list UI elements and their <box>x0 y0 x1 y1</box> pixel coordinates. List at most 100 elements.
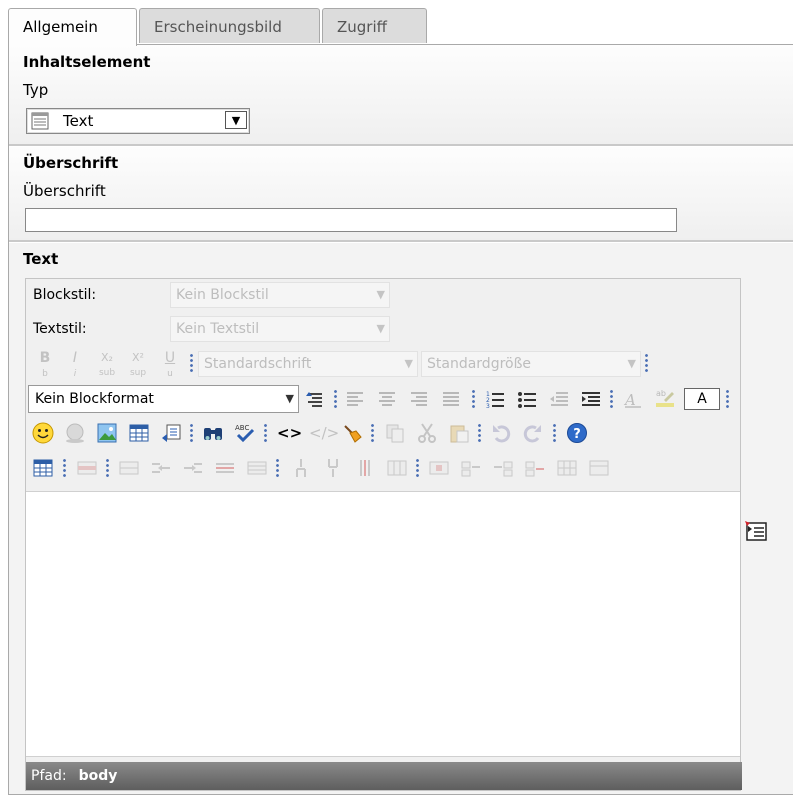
redo-icon[interactable] <box>522 422 544 444</box>
toolbar-separator <box>416 458 419 478</box>
toolbar-separator <box>106 458 109 478</box>
section-content-element: Inhaltselement Typ Text ▼ <box>9 45 793 145</box>
column-insert-after-icon[interactable] <box>322 457 344 479</box>
ordered-list-icon[interactable]: 123 <box>484 388 506 410</box>
textstyle-value: Kein Textstil <box>176 321 260 337</box>
fullscreen-editor-icon[interactable] <box>744 520 768 542</box>
toolbar-separator <box>264 423 267 443</box>
source-code-icon[interactable]: <> <box>277 422 302 444</box>
cell-insert-before-icon[interactable] <box>460 457 482 479</box>
italic-icon: I <box>72 350 78 366</box>
text-color-button[interactable]: A <box>684 388 720 410</box>
unordered-list-icon[interactable] <box>516 388 538 410</box>
spellcheck-icon[interactable]: ABC <box>234 422 256 444</box>
font-value: Standardschrift <box>204 356 312 372</box>
toolbar-separator <box>334 389 337 409</box>
underline-sub-label: u <box>167 369 173 379</box>
size-select[interactable]: Standardgröße ▼ <box>421 351 641 377</box>
insert-image-icon[interactable] <box>64 422 86 444</box>
paragraph-spacing-icon[interactable] <box>304 388 326 410</box>
align-left-icon[interactable] <box>344 388 366 410</box>
italic-button[interactable]: Ii <box>64 350 86 379</box>
rich-text-editor: Blockstil: Kein Blockstil ▼ Textstil: Kei… <box>25 278 742 791</box>
chevron-down-icon: ▼ <box>376 288 385 301</box>
cell-merge-icon[interactable] <box>588 457 610 479</box>
tab-bar: Allgemein Erscheinungsbild Zugriff <box>8 8 793 46</box>
chevron-down-icon: ▼ <box>376 322 385 335</box>
table-icon[interactable] <box>128 422 150 444</box>
type-select[interactable]: Text ▼ <box>26 108 250 134</box>
superscript-icon: X² <box>132 351 144 364</box>
row-delete-icon[interactable] <box>214 457 236 479</box>
text-element-icon <box>31 112 49 130</box>
row-insert-before-icon[interactable] <box>150 457 172 479</box>
insert-link-icon[interactable] <box>160 422 182 444</box>
cell-split-icon[interactable] <box>556 457 578 479</box>
header-input[interactable] <box>25 208 677 232</box>
align-center-icon[interactable] <box>376 388 398 410</box>
underline-button[interactable]: Uu <box>159 351 181 379</box>
status-path-value[interactable]: body <box>79 768 118 784</box>
type-select-value: Text <box>63 112 94 130</box>
svg-text:3: 3 <box>486 403 490 410</box>
table-properties-icon[interactable] <box>32 457 54 479</box>
superscript-button[interactable]: X² sup <box>127 351 149 378</box>
row-properties-icon[interactable] <box>76 457 98 479</box>
toolbar-separator <box>371 423 374 443</box>
editor-content-area[interactable] <box>26 491 740 757</box>
align-justify-icon[interactable] <box>440 388 462 410</box>
header-field-label: Überschrift <box>23 182 106 200</box>
row-insert-icon[interactable] <box>118 457 140 479</box>
font-select[interactable]: Standardschrift ▼ <box>198 351 418 377</box>
cut-icon[interactable] <box>416 422 438 444</box>
help-icon[interactable]: ? <box>566 422 588 444</box>
outdent-icon[interactable] <box>548 388 570 410</box>
column-delete-icon[interactable] <box>354 457 376 479</box>
highlight-icon[interactable]: ab <box>654 386 676 408</box>
bold-icon: B <box>39 350 51 366</box>
html-source-icon[interactable]: </> <box>309 422 339 444</box>
copy-icon[interactable] <box>384 422 406 444</box>
text-style-icon[interactable]: A <box>622 388 644 410</box>
blockstyle-label: Blockstil: <box>33 287 97 303</box>
undo-icon[interactable] <box>490 422 512 444</box>
cell-insert-after-icon[interactable] <box>492 457 514 479</box>
paste-icon[interactable] <box>448 422 470 444</box>
editor-status-bar: Pfad: body <box>26 762 742 790</box>
toolbar-separator <box>276 458 279 478</box>
chevron-down-icon[interactable]: ▼ <box>225 111 247 129</box>
smiley-icon[interactable] <box>32 422 54 444</box>
chevron-down-icon: ▼ <box>404 357 413 370</box>
superscript-sub-label: sup <box>129 368 147 378</box>
toolbar-separator <box>190 423 193 443</box>
toolbar-separator <box>553 423 556 443</box>
chevron-down-icon: ▼ <box>627 357 636 370</box>
subscript-sub-label: sub <box>98 368 116 378</box>
align-right-icon[interactable] <box>408 388 430 410</box>
tab-erscheinungsbild[interactable]: Erscheinungsbild <box>139 8 320 43</box>
status-path-label: Pfad: <box>31 768 67 784</box>
textstyle-select[interactable]: Kein Textstil ▼ <box>170 316 390 342</box>
cell-properties-icon[interactable] <box>428 457 450 479</box>
find-icon[interactable] <box>202 422 224 444</box>
section-title-text: Text <box>23 250 59 268</box>
section-title-header: Überschrift <box>23 154 119 172</box>
subscript-button[interactable]: X₂ sub <box>96 351 118 378</box>
blockstyle-select[interactable]: Kein Blockstil ▼ <box>170 282 390 308</box>
svg-text:ABC: ABC <box>235 424 249 432</box>
bold-button[interactable]: Bb <box>34 350 56 379</box>
column-insert-before-icon[interactable] <box>290 457 312 479</box>
tab-allgemein[interactable]: Allgemein <box>8 8 137 46</box>
column-split-icon[interactable] <box>386 457 408 479</box>
toolbar-separator <box>478 423 481 443</box>
section-title-content-element: Inhaltselement <box>23 53 151 71</box>
blockformat-select[interactable]: Kein Blockformat ▼ <box>28 385 299 413</box>
clean-formatting-icon[interactable] <box>341 422 363 444</box>
row-insert-after-icon[interactable] <box>182 457 204 479</box>
tab-zugriff[interactable]: Zugriff <box>322 8 427 43</box>
image-icon[interactable] <box>96 422 118 444</box>
toolbar-separator <box>726 389 729 409</box>
row-split-icon[interactable] <box>246 457 268 479</box>
cell-delete-icon[interactable] <box>524 457 546 479</box>
indent-icon[interactable] <box>580 388 602 410</box>
